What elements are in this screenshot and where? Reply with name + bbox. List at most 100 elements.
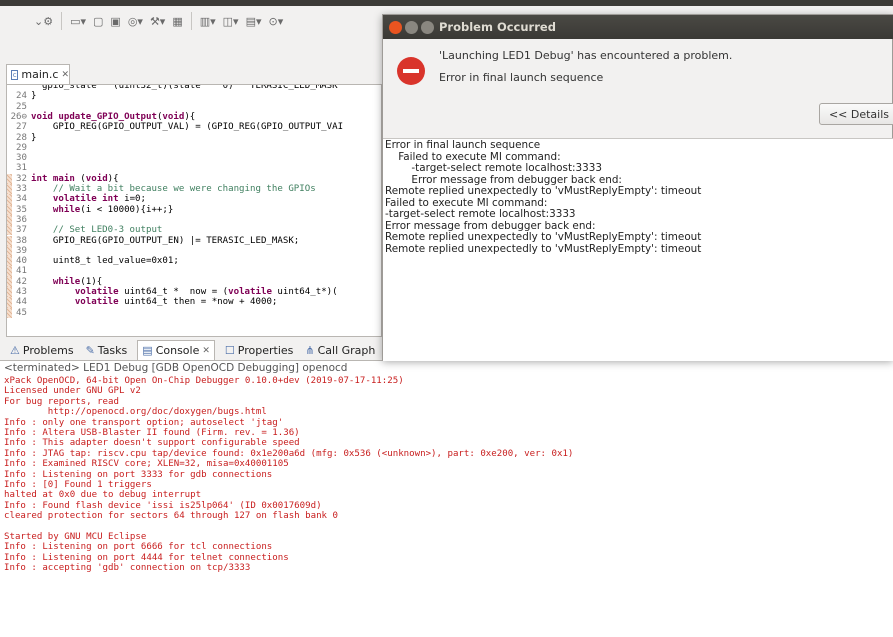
breakpoint-marker [7,276,12,287]
build-icon[interactable]: ⚒▾ [148,12,167,30]
view-tabs: ⚠ Problems ✎ Tasks ▤ Console ✕ ☐ Properties ⋔ Call… [6,340,382,360]
code-token: void [31,111,59,122]
call-graph-icon: ⋔ [305,343,315,357]
code-line: 35 while(i < 10000){i++;} [7,204,381,215]
breakpoint-marker [7,184,12,195]
tab-tasks[interactable]: ✎ Tasks [84,340,130,360]
dialog-message: 'Launching LED1 Debug' has encountered a… [439,49,733,62]
console-view[interactable]: <terminated> LED1 Debug [GDB OpenOCD Deb… [0,360,893,637]
code-token: volatile [74,297,125,308]
breakpoint-marker [7,194,12,205]
line-number: 24 [16,91,27,102]
code-line: 34 volatile int i=0; [7,194,381,205]
dialog-titlebar: Problem Occurred [383,15,893,39]
new-icon[interactable]: ▭▾ [68,12,88,30]
run-icon[interactable]: ⊙▾ [267,12,286,30]
open-type-icon[interactable]: ◫▾ [221,12,241,30]
details-line: -target-select remote localhost:3333 [385,162,602,174]
save-all-icon[interactable]: ▣ [108,12,122,30]
code-token: } [31,91,37,102]
line-number: 26⊖ [10,111,27,122]
details-button[interactable]: << Details [819,103,893,125]
breakpoint-marker [7,287,12,298]
code-line: 28} [7,132,381,143]
code-token: volatile [74,287,125,297]
code-token: i=0; [124,194,146,205]
save-icon[interactable]: ▢ [91,12,105,30]
minimize-window-button[interactable] [405,21,418,34]
console-line: Info : [0] Found 1 triggers [4,480,152,490]
debug-icon[interactable]: ◎▾ [126,12,145,30]
code-line: 37 // Set LED0-3 output [7,225,381,236]
dialog-submessage: Error in final launch sequence [439,71,604,84]
editor-tab-label: main.c [21,68,59,81]
editor-tab-main-c[interactable]: c main.c ✕ [6,64,70,84]
main-toolbar: ⌄⚙ ▭▾ ▢ ▣ ◎▾ ⚒▾ ▦ ▥▾ ◫▾ ▤▾ ⊙▾ [0,6,380,36]
tab-call-graph[interactable]: ⋔ Call Graph [303,340,377,360]
code-line: 31 [7,163,381,174]
code-line: 24} [7,91,381,102]
console-line: halted at 0x0 due to debug interrupt [4,490,202,501]
secondary-toolbar [0,36,380,62]
code-token: int [31,173,53,184]
code-token: uint64_t*)( [277,287,338,297]
dialog-title: Problem Occurred [439,20,556,34]
code-token: ){ [184,111,196,122]
maximize-window-button[interactable] [421,21,434,34]
console-line: Info : only one transport option; autose… [4,417,284,428]
tab-label: Properties [237,343,294,357]
settings-dropdown-icon[interactable]: ⌄⚙ [32,12,55,30]
code-line: 30 [7,153,381,163]
tasks-icon: ✎ [85,343,95,357]
code-editor[interactable]: gpio_state (uint32_t)(state 0) TERASIC_L… [6,84,382,337]
code-token: volatile [228,287,278,297]
code-line: 27 GPIO_REG(GPIO_OUTPUT_VAL) = (GPIO_REG… [7,122,381,132]
code-line: 39 [7,245,381,257]
details-line: -target-select remote localhost:3333 [385,208,576,220]
close-icon[interactable]: ✕ [61,70,69,80]
line-number: 29 [16,142,27,153]
code-line: 38 GPIO_REG(GPIO_OUTPUT_EN) |= TERASIC_L… [7,235,381,246]
close-icon[interactable]: ✕ [202,346,210,356]
details-text-area[interactable]: Error in final launch sequence Failed to… [383,138,893,361]
code-line: 26⊖ void update_GPIO_Output(void){ [7,111,381,122]
tab-console[interactable]: ▤ Console ✕ [137,340,215,360]
console-line: Info : Altera USB-Blaster II found (Firm… [4,428,300,438]
code-token: uint64_t * now = ( [124,287,229,297]
line-number: 31 [16,163,27,174]
console-line: Info : Found flash device 'issi is25lp06… [4,500,322,511]
code-token: main [52,173,81,184]
code-token: volatile int [52,194,125,205]
breakpoint-marker [7,235,12,246]
toolbar-separator [61,12,63,30]
details-line: Remote replied unexpectedly to 'vMustRep… [385,231,702,243]
close-window-button[interactable] [389,21,402,34]
code-token: while [52,204,81,215]
console-line: Info : Listening on port 6666 for tcl co… [4,542,273,553]
console-line: cleared protection for sectors 64 throug… [4,511,338,522]
console-line: Info : Listening on port 4444 for telnet… [4,552,289,563]
breakpoint-marker [7,307,12,318]
new-window-icon[interactable]: ▥▾ [198,12,218,30]
c-file-icon: c [11,69,19,80]
line-number: 28 [16,132,27,143]
open-file-icon[interactable]: ▤▾ [244,12,264,30]
tab-label: Call Graph [317,343,376,357]
tab-problems[interactable]: ⚠ Problems [8,340,76,360]
breakpoint-marker [7,225,12,236]
code-token: void [162,111,185,122]
console-line: Info : accepting 'gdb' connection on tcp… [4,563,251,574]
console-line: Started by GNU MCU Eclipse [4,532,147,542]
line-number: 25 [16,101,27,112]
problems-icon: ⚠ [10,343,20,357]
code-line: 42 while(1){ [7,276,381,287]
console-line: Licensed under GNU GPL v2 [4,386,141,397]
tab-properties[interactable]: ☐ Properties [223,340,295,360]
external-tools-icon[interactable]: ▦ [170,12,184,30]
code-line: 29 [7,142,381,153]
console-header: <terminated> LED1 Debug [GDB OpenOCD Deb… [4,362,348,374]
